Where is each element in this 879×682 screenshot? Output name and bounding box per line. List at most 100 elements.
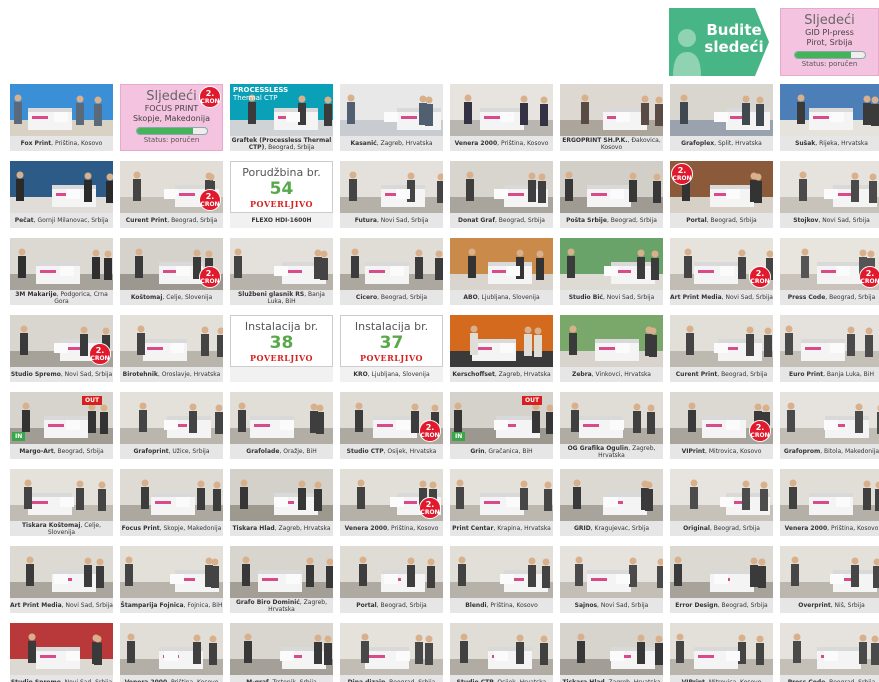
installation-tile[interactable]: Venera 2000, Priština, Kosovo 2. CRON bbox=[340, 469, 443, 536]
installation-tile[interactable]: Instalacija br. 37 POVERLJIVO KRO, Ljubljan… bbox=[340, 315, 443, 382]
installation-photo bbox=[120, 623, 223, 675]
installation-tile[interactable]: Original, Beograd, Srbija bbox=[670, 469, 773, 536]
installation-photo bbox=[450, 469, 553, 521]
client-name: Stojkov bbox=[793, 217, 819, 224]
installation-tile[interactable]: Print Centar, Krapina, Hrvatska bbox=[450, 469, 553, 536]
tile-caption: Službeni glasnik RS, Banja Luka, BiH bbox=[230, 290, 333, 305]
installation-tile[interactable]: Portal, Beograd, Srbija 2. CRON bbox=[670, 161, 773, 228]
installation-tile[interactable]: Sljedeći FOCUS PRINT Skopje, Makedonija Sta… bbox=[120, 84, 223, 151]
installation-tile[interactable]: IN OUT Grin, Gračanica, BiH bbox=[450, 392, 553, 459]
photo-frame bbox=[780, 315, 879, 367]
tile-caption: Birotehnik, Oroslavje, Hrvatska bbox=[120, 367, 223, 382]
installation-tile[interactable]: Curent Print, Beograd, Srbija bbox=[670, 315, 773, 382]
installation-tile[interactable]: OG Grafika Ogulin, Zagreb, Hrvatska bbox=[560, 392, 663, 459]
installation-tile[interactable]: Cicero, Beograd, Srbija bbox=[340, 238, 443, 305]
photo-frame bbox=[450, 469, 553, 521]
installation-tile[interactable]: 3M Makarije, Podgorica, Crna Gora bbox=[10, 238, 113, 305]
installation-tile[interactable]: Press Code, Beograd, Srbija bbox=[780, 623, 879, 682]
installation-tile[interactable]: Fox Print, Priština, Kosovo bbox=[10, 84, 113, 151]
installation-tile[interactable]: Pošta Srbije, Beograd, Srbija bbox=[560, 161, 663, 228]
out-label: OUT bbox=[82, 396, 103, 405]
installation-photo bbox=[670, 469, 773, 521]
client-name: OG Grafika Ogulin bbox=[567, 444, 629, 452]
installation-tile[interactable]: Focus Print, Skopje, Makedonija bbox=[120, 469, 223, 536]
installation-tile[interactable]: Art Print Media, Novi Sad, Srbija 2. CRON bbox=[670, 238, 773, 305]
caption-text: Curent Print, Beograd, Srbija bbox=[126, 217, 217, 224]
tile-caption: Grafo Biro Dominić, Zagreb, Hrvatska bbox=[230, 598, 333, 613]
installation-tile[interactable]: Studio Spremo, Novi Sad, Srbija bbox=[10, 623, 113, 682]
client-name: Grafo Biro Dominić bbox=[235, 598, 300, 606]
photo-frame bbox=[450, 161, 553, 213]
installation-tile[interactable]: Pečat, Gornji Milanovac, Srbija bbox=[10, 161, 113, 228]
photo-frame bbox=[560, 161, 663, 213]
photo-frame bbox=[10, 84, 113, 136]
installation-tile[interactable]: Studio CTP, Osijek, Hrvatska 2. CRON bbox=[340, 392, 443, 459]
client-name: ABO bbox=[463, 294, 478, 301]
installation-tile[interactable]: VIPrint, Mitrovica, Kosovo 2. CRON bbox=[670, 392, 773, 459]
installation-tile[interactable]: Službeni glasnik RS, Banja Luka, BiH bbox=[230, 238, 333, 305]
installation-tile[interactable]: Portal, Beograd, Srbija bbox=[340, 546, 443, 613]
badge-label: CRON bbox=[420, 509, 440, 516]
installation-tile[interactable]: Overprint, Niš, Srbija bbox=[780, 546, 879, 613]
installation-photo bbox=[560, 315, 663, 367]
installation-tile[interactable]: Venera 2000, Priština, Kosovo bbox=[120, 623, 223, 682]
order-card: Porudžbina br. 54 POVERLJIVO bbox=[230, 161, 333, 213]
installation-tile[interactable]: Art Print Media, Novi Sad, Srbija bbox=[10, 546, 113, 613]
photo-frame bbox=[230, 238, 333, 290]
installation-tile[interactable]: Tiskara Hlad, Zagreb, Hrvatska bbox=[560, 623, 663, 682]
photo-frame bbox=[340, 238, 443, 290]
installation-tile[interactable]: Grafoplex, Split, Hrvatska bbox=[670, 84, 773, 151]
installation-tile[interactable]: IN OUT Margo-Art, Beograd, Srbija bbox=[10, 392, 113, 459]
installation-tile[interactable]: Studio CTP, Osijek, Hrvatska bbox=[450, 623, 553, 682]
installation-tile[interactable]: Donat Graf, Beograd, Srbija bbox=[450, 161, 553, 228]
installation-tile[interactable]: Studio Spremo, Novi Sad, Srbija 2. CRON bbox=[10, 315, 113, 382]
client-name: FLEXO HDI-1600H bbox=[251, 217, 312, 224]
installation-tile[interactable]: VIPrint, Mitrovica, Kosovo bbox=[670, 623, 773, 682]
installation-tile[interactable]: Zebra, Vinkovci, Hrvatska bbox=[560, 315, 663, 382]
installation-tile[interactable]: Grafo Biro Dominić, Zagreb, Hrvatska bbox=[230, 546, 333, 613]
installation-tile[interactable]: GRID, Kragujevac, Srbija bbox=[560, 469, 663, 536]
order-number: 54 bbox=[269, 179, 294, 199]
installation-tile[interactable]: Stojkov, Novi Sad, Srbija bbox=[780, 161, 879, 228]
installation-tile[interactable]: Venera 2000, Priština, Kosovo bbox=[450, 84, 553, 151]
installation-tile[interactable]: Euro Print, Banja Luka, BiH bbox=[780, 315, 879, 382]
installation-tile[interactable]: Press Code, Beograd, Srbija 2. CRON bbox=[780, 238, 879, 305]
installation-tile[interactable]: Curent Print, Beograd, Srbija 2. CRON bbox=[120, 161, 223, 228]
client-place: , Ljubljana, Slovenija bbox=[477, 294, 540, 301]
installation-tile[interactable]: M-graf, Trstenik, Srbija bbox=[230, 623, 333, 682]
client-place: , Beograd, Srbija bbox=[377, 294, 428, 301]
installation-tile[interactable]: Kasanić, Zagreb, Hrvatska bbox=[340, 84, 443, 151]
installation-tile[interactable]: Grafoprom, Bitola, Makedonija bbox=[780, 392, 879, 459]
be-next-banner[interactable]: Budite sledeći bbox=[669, 8, 769, 76]
badge-label: CRON bbox=[200, 201, 220, 208]
installation-tile[interactable]: Sajnos, Novi Sad, Srbija bbox=[560, 546, 663, 613]
installation-tile[interactable]: Štamparija Fojnica, Fojnica, BiH bbox=[120, 546, 223, 613]
installation-tile[interactable]: Grafoprint, Užice, Srbija bbox=[120, 392, 223, 459]
installation-tile[interactable]: Koštomaj, Celje, Slovenija 2. CRON bbox=[120, 238, 223, 305]
installation-tile[interactable]: Tiskara Koštomaj, Celje, Slovenija bbox=[10, 469, 113, 536]
installation-tile[interactable]: ERGOPRINT SH.P.K., Đakovica, Kosovo bbox=[560, 84, 663, 151]
installation-tile[interactable]: Instalacija br. 38 POVERLJIVO bbox=[230, 315, 333, 382]
installation-tile[interactable]: Futura, Novi Sad, Srbija bbox=[340, 161, 443, 228]
installation-tile[interactable]: Error Design, Beograd, Srbija bbox=[670, 546, 773, 613]
installation-tile[interactable]: Grafolade, Oražje, BiH bbox=[230, 392, 333, 459]
installation-tile[interactable]: Porudžbina br. 54 POVERLJIVO FLEXO HDI-1600… bbox=[230, 161, 333, 228]
installation-tile[interactable]: Venera 2000, Priština, Kosovo bbox=[780, 469, 879, 536]
installation-tile[interactable]: Dina dizajn, Beograd, Srbija bbox=[340, 623, 443, 682]
caption-text: Službeni glasnik RS, Banja Luka, BiH bbox=[230, 291, 333, 305]
photo-frame bbox=[230, 469, 333, 521]
installation-tile[interactable]: PROCESSLESS Thermal CTP Graftek (Processle… bbox=[230, 84, 333, 151]
card-title: Sljedeći bbox=[804, 13, 855, 28]
caption-text: Pečat, Gornji Milanovac, Srbija bbox=[15, 217, 109, 224]
installation-tile[interactable]: Tiskara Hlad, Zagreb, Hrvatska bbox=[230, 469, 333, 536]
tile-caption: Grafoprint, Užice, Srbija bbox=[120, 444, 223, 459]
tile-caption: Graftek (Processless Thermal CTP), Beogr… bbox=[230, 136, 333, 151]
installation-tile[interactable]: Sušak, Rijeka, Hrvatska bbox=[780, 84, 879, 151]
installation-tile[interactable]: Studio Bić, Novi Sad, Srbija bbox=[560, 238, 663, 305]
installation-tile[interactable]: Birotehnik, Oroslavje, Hrvatska bbox=[120, 315, 223, 382]
client-place: , Priština, Kosovo bbox=[827, 525, 879, 532]
photo-frame bbox=[560, 238, 663, 290]
installation-tile[interactable]: Kerschoffset, Zagreb, Hrvatska bbox=[450, 315, 553, 382]
installation-tile[interactable]: Blendi, Priština, Kosovo bbox=[450, 546, 553, 613]
installation-tile[interactable]: ABO, Ljubljana, Slovenija bbox=[450, 238, 553, 305]
